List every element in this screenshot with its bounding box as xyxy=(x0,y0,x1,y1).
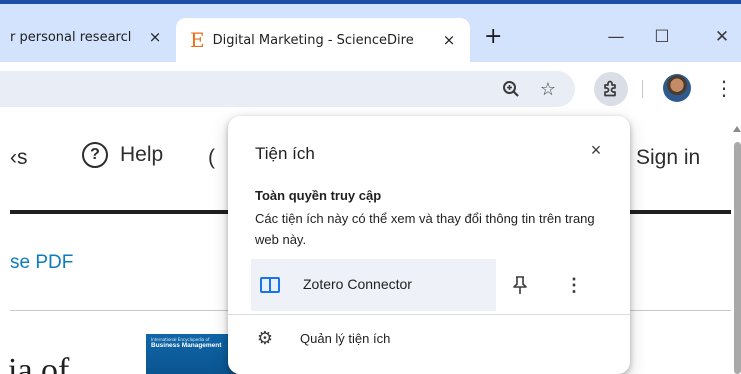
browser-menu-button[interactable]: ⋮ xyxy=(714,74,734,102)
manage-extensions-button[interactable]: ⚙ Quản lý tiện ích xyxy=(255,328,390,348)
maximize-button[interactable]: ☐ xyxy=(642,26,682,48)
sign-in-link[interactable]: Sign in xyxy=(636,146,700,170)
full-access-heading: Toàn quyền truy cập xyxy=(255,188,382,203)
tab-close-icon[interactable]: × xyxy=(440,31,458,49)
profile-avatar[interactable] xyxy=(663,74,691,102)
browser-toolbar: ☆ ⋮ xyxy=(0,62,741,112)
tab-title: r personal researcl xyxy=(10,29,132,45)
pin-button[interactable] xyxy=(506,271,534,299)
extension-more-button[interactable]: ⋮ xyxy=(564,271,584,299)
tab-title: Digital Marketing - ScienceDire xyxy=(212,32,414,48)
manage-extensions-label: Quản lý tiện ích xyxy=(300,330,391,346)
tab-close-icon[interactable]: × xyxy=(146,28,164,46)
book-cover-subtitle: International Encyclopedia of xyxy=(151,337,210,342)
minimize-button[interactable]: — xyxy=(596,26,636,48)
elsevier-favicon-icon: E xyxy=(190,28,205,52)
book-cover-thumbnail[interactable]: International Encyclopedia of Business M… xyxy=(146,334,236,374)
book-cover-title: Business Management xyxy=(151,342,222,349)
gear-icon: ⚙ xyxy=(256,328,274,348)
extension-name: Zotero Connector xyxy=(303,276,412,292)
window-close-button[interactable]: ✕ xyxy=(702,26,741,48)
zotero-book-icon xyxy=(260,277,280,293)
bookmark-star-icon[interactable]: ☆ xyxy=(534,71,562,107)
pin-icon xyxy=(513,276,527,294)
help-label: Help xyxy=(120,143,164,166)
extension-item[interactable]: Zotero Connector xyxy=(251,259,496,311)
tab-active[interactable]: E Digital Marketing - ScienceDire × xyxy=(176,18,470,62)
puzzle-icon xyxy=(604,80,616,97)
close-icon[interactable]: × xyxy=(584,138,608,162)
extensions-popup: Tiện ích × Toàn quyền truy cập Các tiện … xyxy=(228,116,630,374)
nav-books-link[interactable]: ‹s xyxy=(10,146,28,170)
page-heading: ia of xyxy=(8,352,70,374)
browse-pdf-link[interactable]: se PDF xyxy=(10,252,73,274)
address-bar[interactable]: ☆ xyxy=(0,71,575,107)
scroll-up-arrow-icon[interactable] xyxy=(733,126,741,132)
tab-inactive[interactable]: r personal researcl × xyxy=(0,18,176,56)
nav-item-partial[interactable]: ( xyxy=(208,146,215,170)
new-tab-button[interactable]: + xyxy=(484,26,502,48)
popup-divider xyxy=(228,314,630,315)
extensions-button[interactable] xyxy=(594,72,628,106)
tab-strip: r personal researcl × E Digital Marketin… xyxy=(0,4,741,62)
scrollbar-thumb[interactable] xyxy=(734,142,741,374)
popup-title: Tiện ích xyxy=(255,144,315,163)
help-link[interactable]: ? Help xyxy=(82,142,163,168)
help-circle-icon: ? xyxy=(82,142,108,168)
full-access-description: Các tiện ích này có thể xem và thay đổi … xyxy=(255,211,595,247)
toolbar-separator xyxy=(642,80,643,98)
zoom-icon[interactable] xyxy=(497,71,525,107)
